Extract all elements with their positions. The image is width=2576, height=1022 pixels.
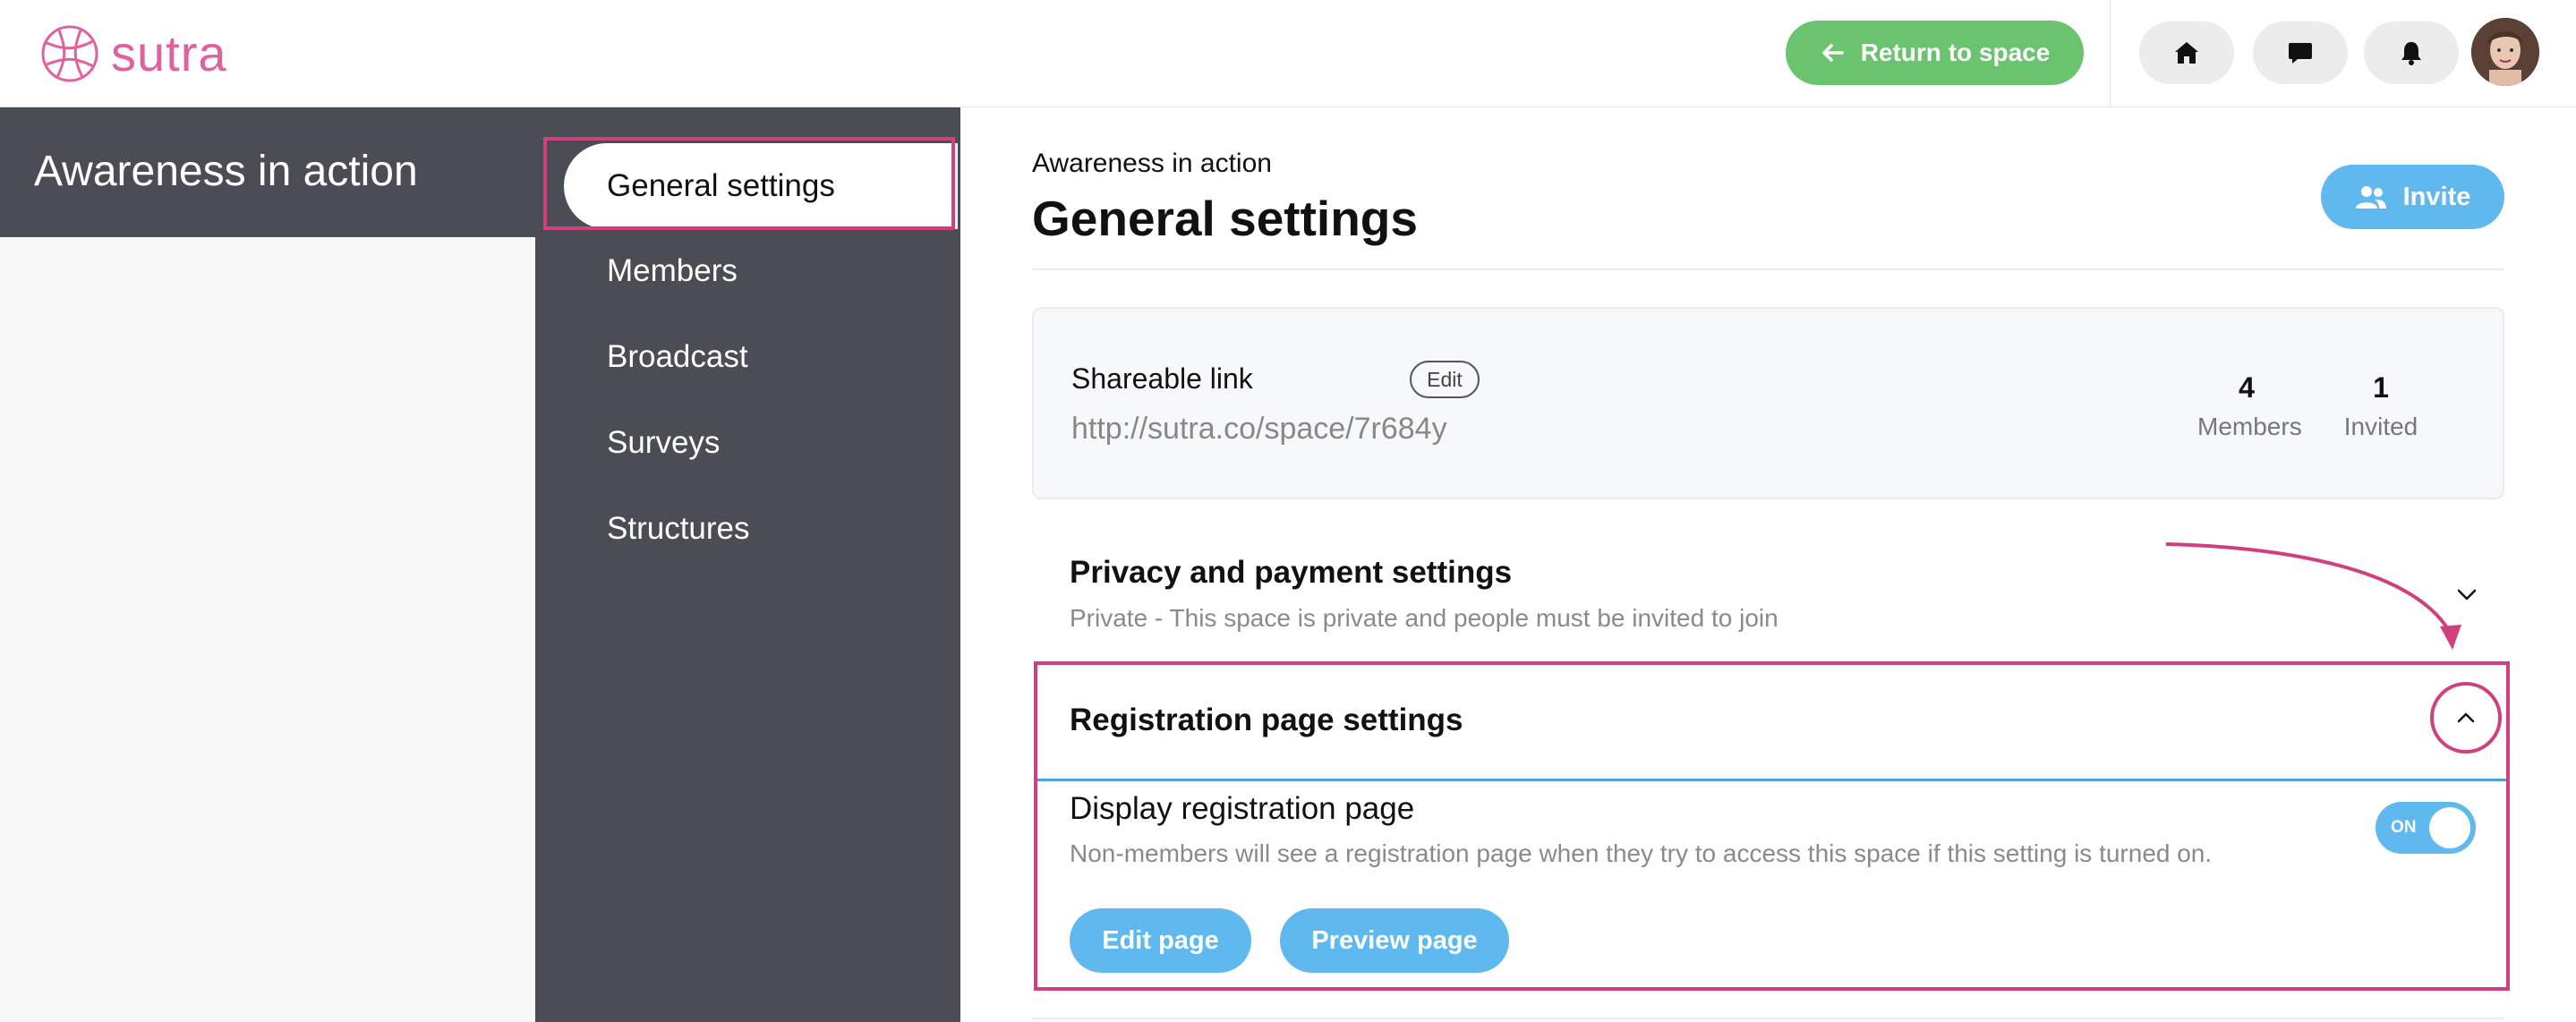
messages-button[interactable] [2253,21,2348,84]
return-to-space-label: Return to space [1860,38,2051,66]
invite-button[interactable]: Invite [2321,165,2504,229]
avatar-image [2471,18,2539,86]
left-sidebar [0,237,535,1022]
page-title: General settings [1032,191,1418,246]
top-bar: sutra Return to space [0,0,2576,107]
invited-count-label: Invited [2343,413,2418,440]
divider [2110,0,2111,106]
home-icon [2175,42,2198,64]
notifications-button[interactable] [2364,21,2459,84]
toggle-state-label: ON [2391,818,2417,837]
members-count: 4 [2239,371,2255,404]
display-registration-description: Non-members will see a registration page… [1070,839,2213,867]
toggle-knob [2429,807,2470,848]
registration-section-title[interactable]: Registration page settings [1070,703,1463,738]
nav-item-broadcast[interactable]: Broadcast [607,339,748,375]
preview-page-button[interactable]: Preview page [1280,908,1509,973]
members-count-label: Members [2197,413,2302,440]
arrow-left-icon [1821,44,1844,62]
users-icon [2355,186,2386,209]
shareable-link-label: Shareable link [1071,362,1253,395]
home-button[interactable] [2139,21,2234,84]
shareable-link-card: Shareable link Edit http://sutra.co/spac… [1032,307,2504,499]
space-title: Awareness in action [34,148,418,195]
logo[interactable]: sutra [39,22,227,85]
user-avatar[interactable] [2471,18,2539,86]
divider [1032,1018,2504,1019]
divider [1032,268,2504,270]
display-registration-title: Display registration page [1070,791,1415,826]
display-registration-toggle[interactable]: ON [2376,802,2476,854]
annotation-highlight-nav [543,137,955,230]
collapse-registration-button[interactable] [2430,682,2502,754]
space-header: Awareness in action [0,107,535,237]
chevron-up-icon [2457,712,2475,723]
bell-icon [2401,42,2421,65]
edit-link-button[interactable]: Edit [1410,361,1480,398]
invited-count: 1 [2373,371,2389,404]
section-header-underline [1037,779,2506,781]
return-to-space-button[interactable]: Return to space [1786,21,2084,85]
nav-item-members[interactable]: Members [607,253,738,289]
nav-item-surveys[interactable]: Surveys [607,425,720,461]
logo-text: sutra [111,25,227,81]
chat-icon [2289,43,2312,64]
privacy-section-description: Private - This space is private and peop… [1070,604,1778,632]
settings-nav: Members Broadcast Surveys Structures [535,107,960,1022]
shareable-link-url[interactable]: http://sutra.co/space/7r684y [1071,412,1447,447]
invite-label: Invite [2402,182,2471,211]
annotation-arrow [2165,542,2461,650]
privacy-section-title[interactable]: Privacy and payment settings [1070,555,1512,591]
nav-item-structures[interactable]: Structures [607,511,750,547]
edit-page-button[interactable]: Edit page [1070,908,1251,973]
sutra-logo-icon [41,25,98,82]
breadcrumb[interactable]: Awareness in action [1032,149,1272,179]
